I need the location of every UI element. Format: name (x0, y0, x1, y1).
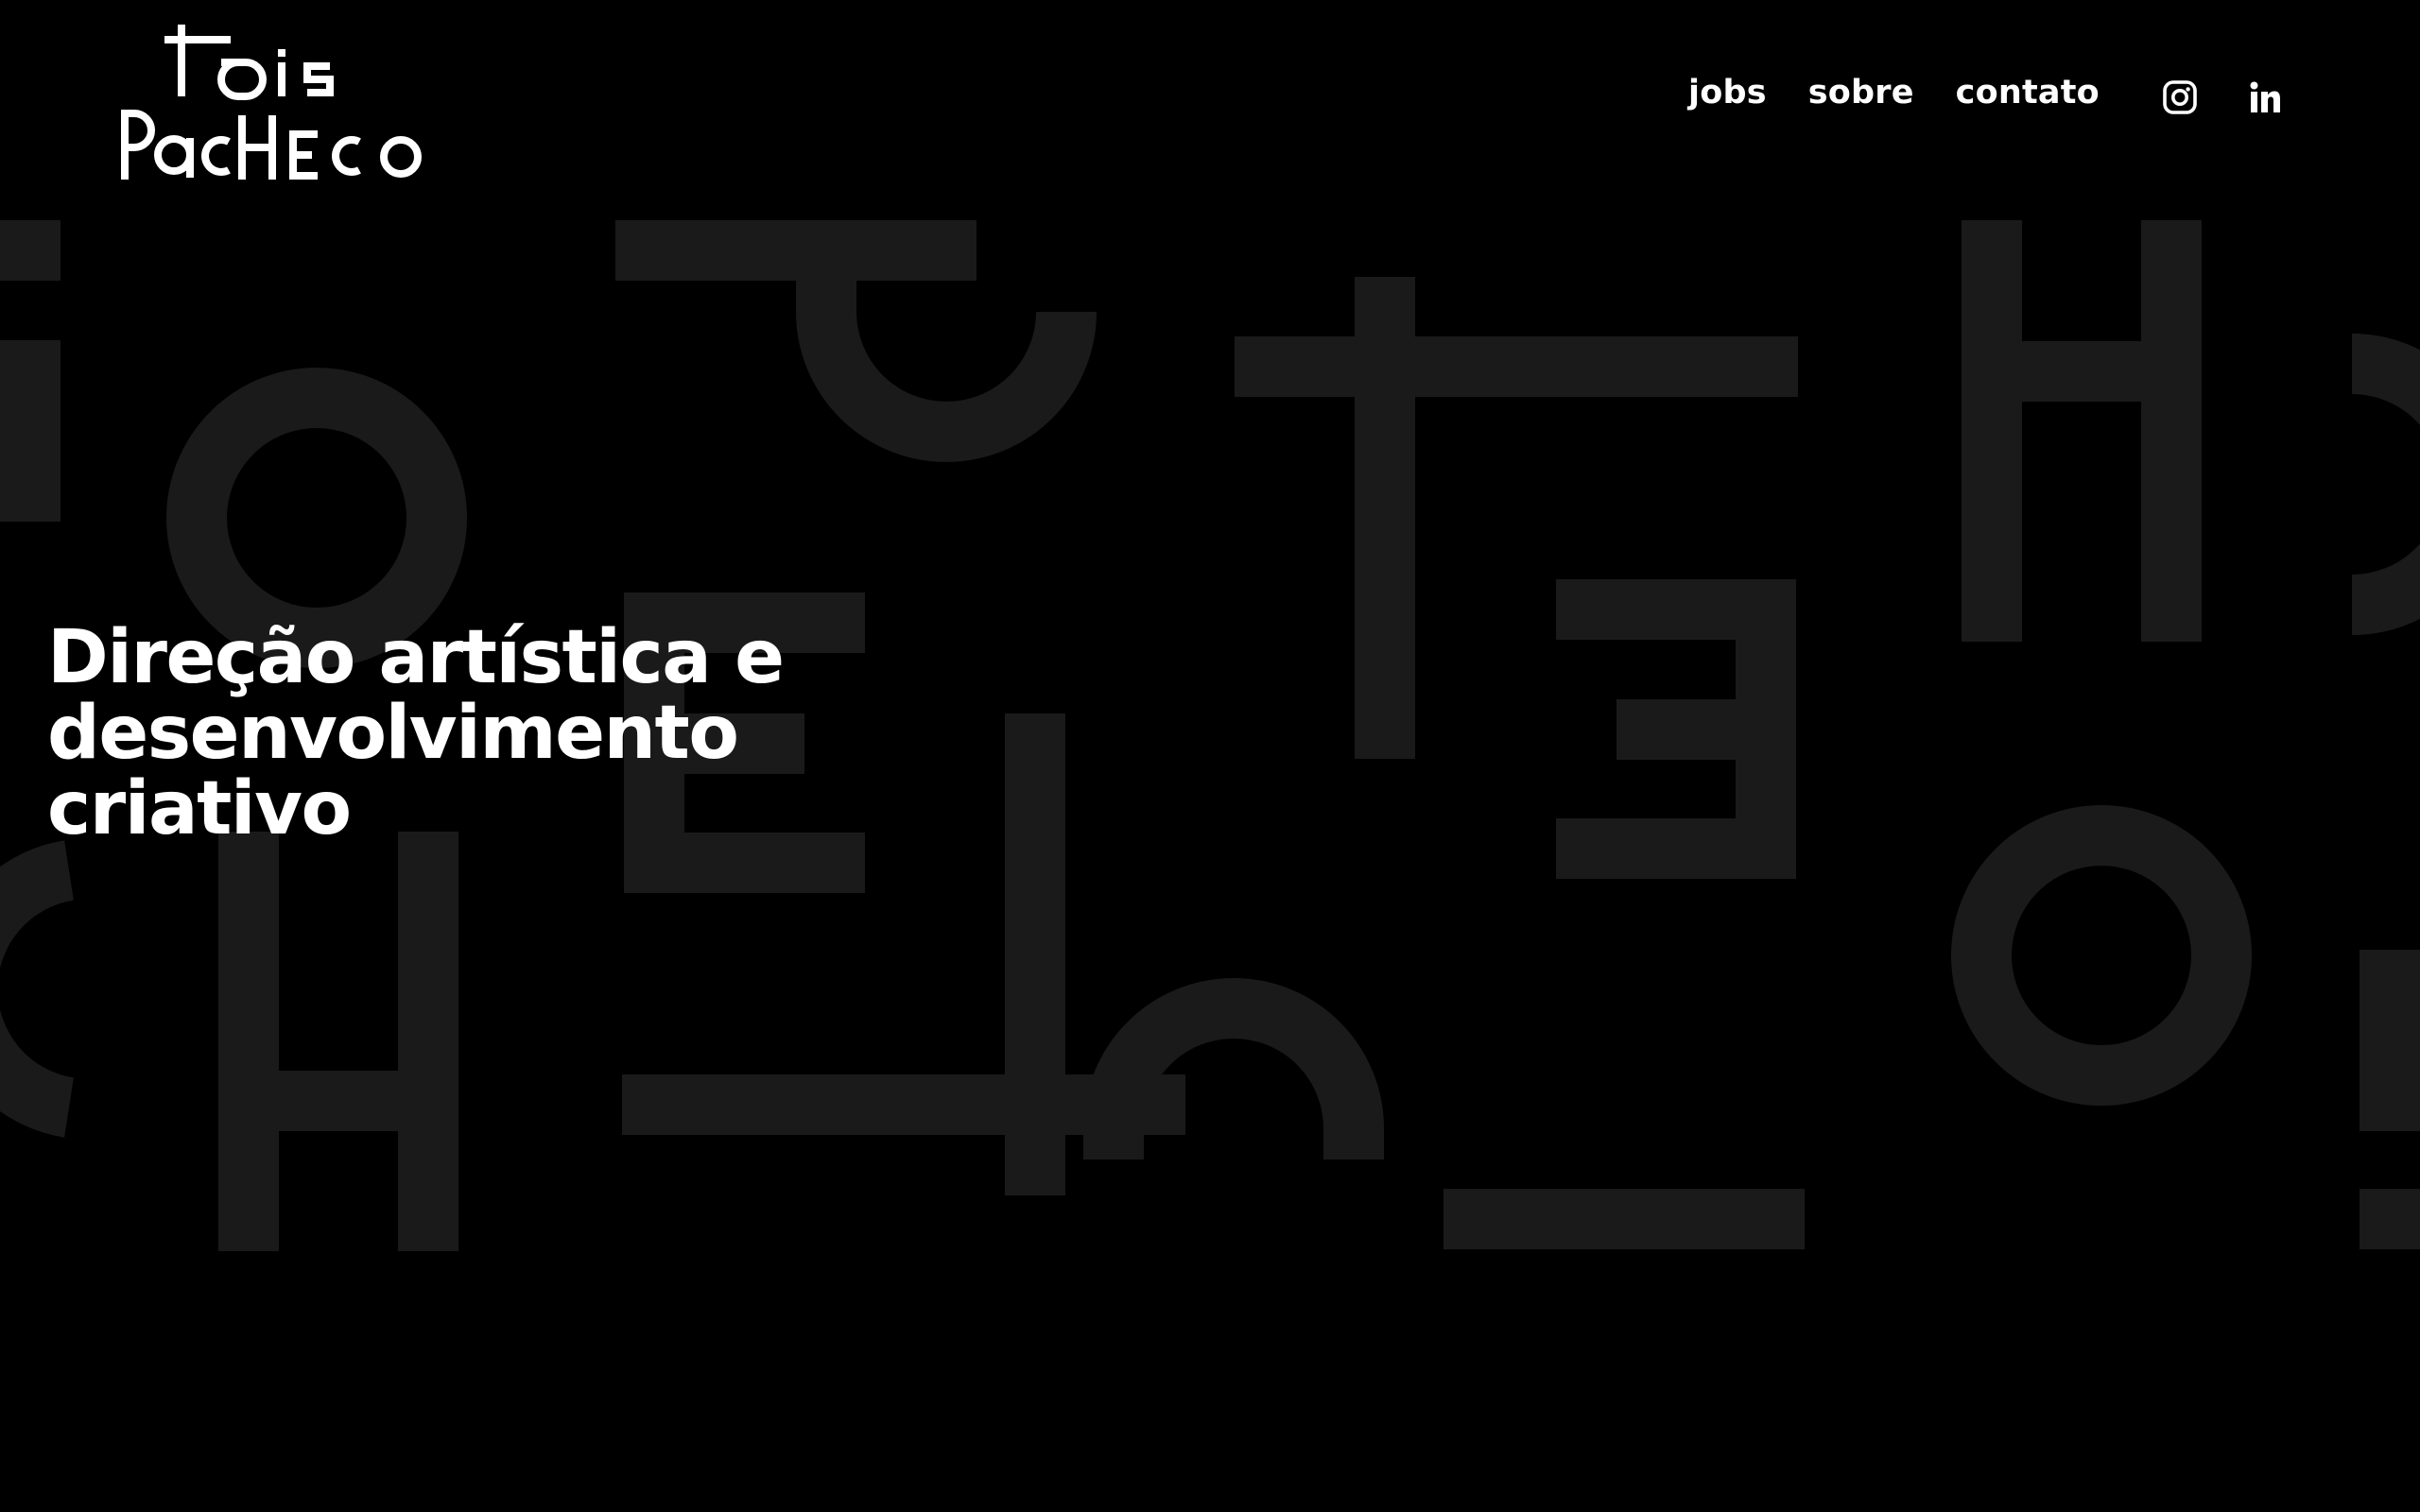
social-links (2162, 79, 2283, 115)
nav-item-jobs[interactable]: jobs (1688, 74, 1767, 112)
hero-heading: Direção artística e desenvolvimento cria… (47, 620, 898, 847)
hero-line-3: criativo (47, 766, 352, 851)
main-nav: jobs sobre contato (1688, 74, 2100, 112)
linkedin-icon[interactable] (2247, 79, 2283, 115)
page: Tais Pacheco jobs sobre contato (0, 0, 2420, 1512)
hero-line-2: desenvolvimento (47, 691, 739, 776)
nav-item-sobre[interactable]: sobre (1808, 74, 1914, 112)
instagram-icon[interactable] (2162, 79, 2198, 115)
hero-line-1: Direção artística e (47, 615, 785, 700)
brand-logo-mark (121, 25, 422, 180)
nav-item-contato[interactable]: contato (1956, 74, 2100, 112)
brand-logo[interactable]: Tais Pacheco (117, 25, 429, 180)
site-header: Tais Pacheco jobs sobre contato (0, 0, 2420, 189)
